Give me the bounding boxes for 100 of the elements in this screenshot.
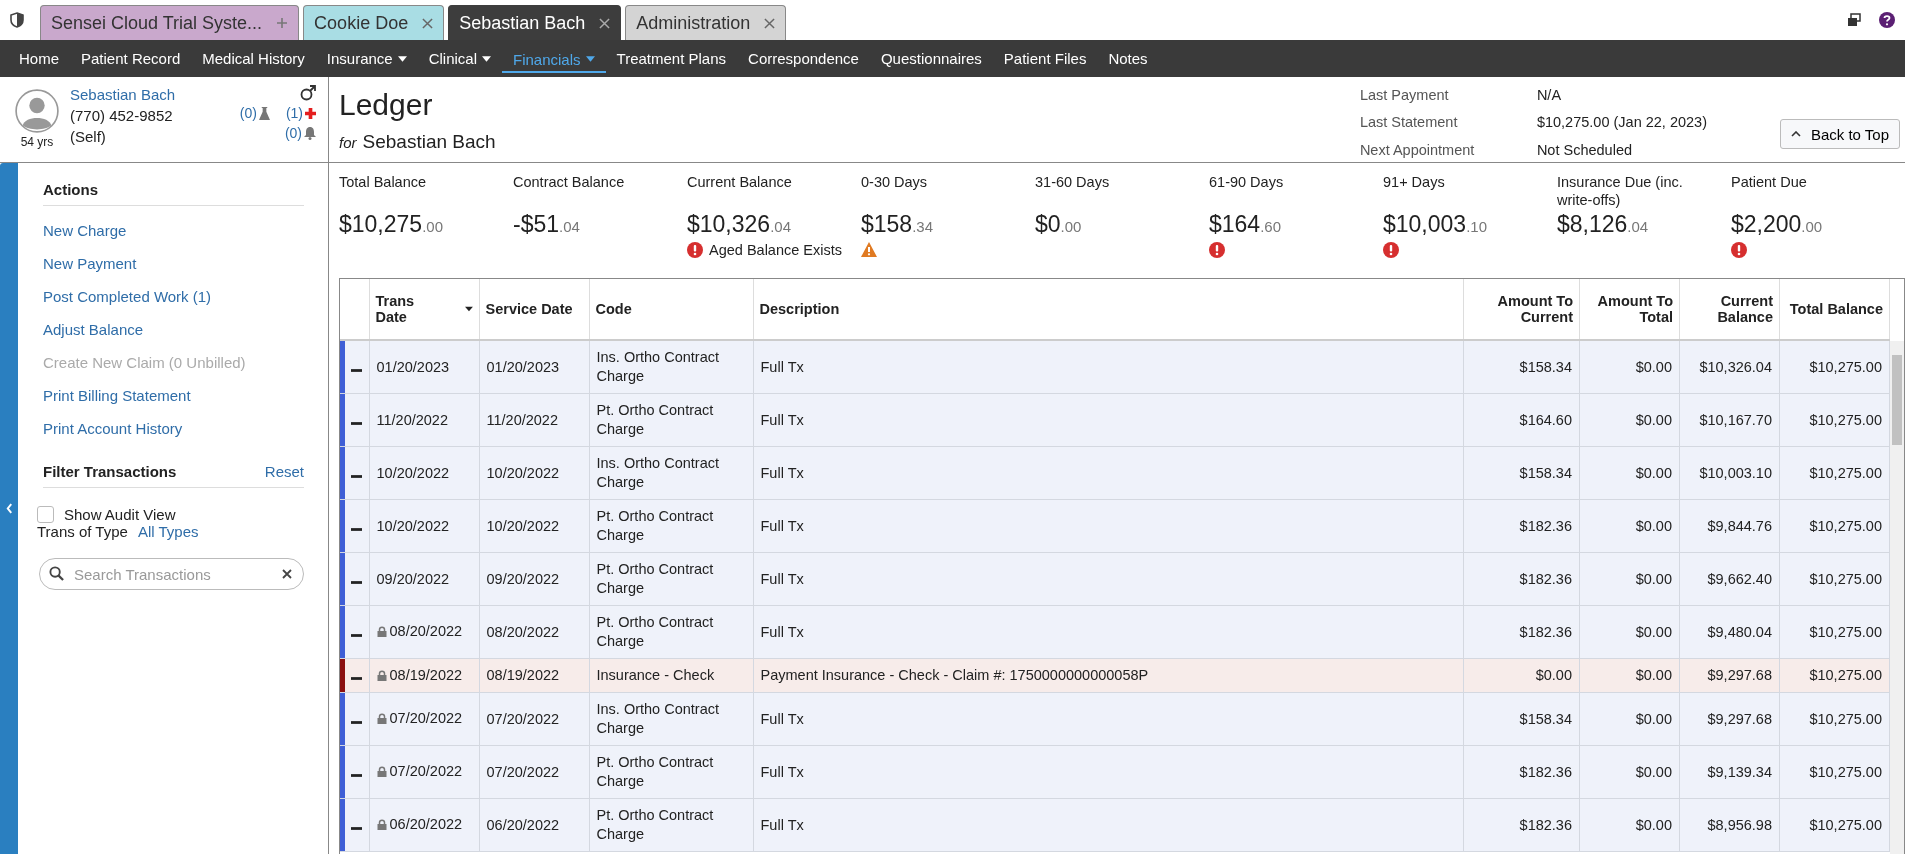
table-cell: $0.00 (1579, 552, 1680, 606)
patient-tab[interactable]: Cookie Doe (303, 5, 445, 40)
balance-label: 31-60 Days (1035, 173, 1111, 192)
balance-amount: $10,275.00 (339, 211, 444, 238)
close-icon[interactable] (764, 17, 776, 29)
collapse-icon[interactable] (351, 677, 363, 680)
collapse-icon[interactable] (351, 580, 363, 584)
reset-link[interactable]: Reset (264, 463, 304, 480)
collapse-icon[interactable] (351, 368, 363, 372)
collapse-icon[interactable] (351, 826, 363, 830)
nav-menu-item[interactable]: Patient Record (70, 44, 192, 73)
summary-label: Last Payment (1359, 87, 1450, 105)
action-link[interactable]: New Charge (43, 214, 304, 247)
action-link[interactable]: New Payment (43, 247, 304, 280)
nav-menu-item[interactable]: Home (8, 44, 70, 73)
table-cell: 10/20/2022 (369, 499, 479, 553)
trans-type-link[interactable]: All Types (137, 523, 199, 540)
balance-amount: $10,003.10 (1383, 211, 1488, 238)
balance-label: 61-90 Days (1209, 173, 1285, 192)
table-cell: $164.60 (1463, 393, 1580, 447)
column-header[interactable]: Description (753, 279, 1464, 340)
table-cell: 06/20/2022 (369, 798, 479, 852)
table-cell: $10,275.00 (1779, 446, 1890, 500)
nav-menu-item[interactable]: Financials (502, 44, 606, 73)
patient-tab[interactable]: Sebastian Bach (448, 5, 622, 40)
action-link[interactable]: Print Billing Statement (43, 379, 304, 412)
table-cell: Pt. Ortho Contract Charge (589, 393, 753, 447)
table-cell: 10/20/2022 (479, 499, 589, 553)
table-cell: Pt. Ortho Contract Charge (589, 745, 753, 799)
table-cell: $8,956.98 (1679, 798, 1780, 852)
table-cell: Full Tx (753, 745, 1464, 799)
patient-tab[interactable]: Sensei Cloud Trial Syste... (40, 5, 300, 40)
patient-name-link[interactable]: Sebastian Bach (70, 84, 240, 105)
help-icon[interactable] (1879, 12, 1895, 28)
nav-menu-item[interactable]: Medical History (191, 44, 316, 73)
balance-label: 0-30 Days (861, 173, 929, 192)
collapse-icon[interactable] (351, 474, 363, 478)
action-link[interactable]: Post Completed Work (1) (43, 280, 304, 313)
table-cell: Full Tx (753, 446, 1464, 500)
bell-icon[interactable] (304, 126, 316, 140)
patient-tab[interactable]: Administration (625, 5, 787, 40)
table-cell: $10,003.10 (1679, 446, 1780, 500)
back-to-top-button[interactable]: Back to Top (1779, 119, 1900, 149)
scrollbar[interactable] (1890, 341, 1904, 854)
table-cell: Full Tx (753, 340, 1464, 394)
table-cell: $10,275.00 (1779, 798, 1890, 852)
close-icon[interactable] (599, 17, 611, 29)
nav-menu-item[interactable]: Insurance (315, 44, 418, 73)
column-header[interactable]: Amount To Total (1579, 279, 1680, 340)
column-header[interactable]: Total Balance (1779, 279, 1890, 340)
table-cell: 01/20/2023 (369, 340, 479, 394)
flask-icon[interactable] (258, 106, 270, 120)
male-icon (300, 85, 316, 101)
collapse-icon[interactable] (351, 527, 363, 531)
table-cell: $10,275.00 (1779, 745, 1890, 799)
collapse-icon[interactable] (351, 633, 363, 637)
collapse-icon[interactable] (351, 720, 363, 724)
lab-count: (0) (239, 105, 257, 121)
table-cell: $158.34 (1463, 340, 1580, 394)
table-cell: $9,844.76 (1679, 499, 1780, 553)
nav-menu-item[interactable]: Patient Files (992, 44, 1098, 73)
nav-menu-item[interactable]: Questionnaires (869, 44, 993, 73)
audit-view-checkbox[interactable] (37, 506, 54, 523)
windows-icon[interactable] (1847, 13, 1861, 27)
table-cell: $10,275.00 (1779, 340, 1890, 394)
table-cell: 11/20/2022 (479, 393, 589, 447)
summary-value: N/A (1536, 87, 1563, 105)
column-header[interactable]: Code (589, 279, 753, 340)
nav-menu-item[interactable]: Clinical (417, 44, 502, 73)
nav-menu-item[interactable]: Treatment Plans (605, 44, 738, 73)
table-cell: 07/20/2022 (479, 692, 589, 746)
table-cell: $10,167.70 (1679, 393, 1780, 447)
action-link[interactable]: Print Account History (43, 412, 304, 445)
column-header[interactable]: Trans Date (369, 279, 479, 340)
column-header[interactable]: Current Balance (1679, 279, 1780, 340)
balance-amount: $158.34 (861, 211, 935, 238)
action-link[interactable]: Adjust Balance (43, 313, 304, 346)
actions-heading: Actions (43, 181, 98, 198)
table-cell: $10,326.04 (1679, 340, 1780, 394)
trans-type-label: Trans of Type (37, 523, 128, 540)
summary-label: Last Statement (1359, 114, 1459, 133)
table-cell: Ins. Ortho Contract Charge (589, 340, 753, 394)
medical-cross-icon[interactable] (305, 107, 316, 119)
collapse-icon[interactable] (351, 421, 363, 425)
column-header[interactable]: Amount To Current (1463, 279, 1580, 340)
nav-menu-item[interactable]: Notes (1097, 44, 1159, 73)
collapse-icon[interactable] (351, 773, 363, 777)
close-icon[interactable] (422, 17, 434, 29)
page-title: Ledger (339, 87, 434, 123)
table-cell: $0.00 (1579, 692, 1680, 746)
collapse-panel-handle[interactable] (0, 163, 18, 854)
table-cell: Payment Insurance - Check - Claim #: 1750000000000058P (753, 658, 1464, 693)
column-header[interactable]: Service Date (479, 279, 589, 340)
summary-value: Not Scheduled (1536, 141, 1633, 160)
table-cell: $9,139.34 (1679, 745, 1780, 799)
nav-menu-item[interactable]: Correspondence (737, 44, 870, 73)
table-cell: 08/20/2022 (369, 605, 479, 659)
table-cell: $0.00 (1579, 446, 1680, 500)
search-field[interactable]: Search Transactions (39, 558, 304, 590)
clear-icon[interactable] (282, 569, 292, 579)
